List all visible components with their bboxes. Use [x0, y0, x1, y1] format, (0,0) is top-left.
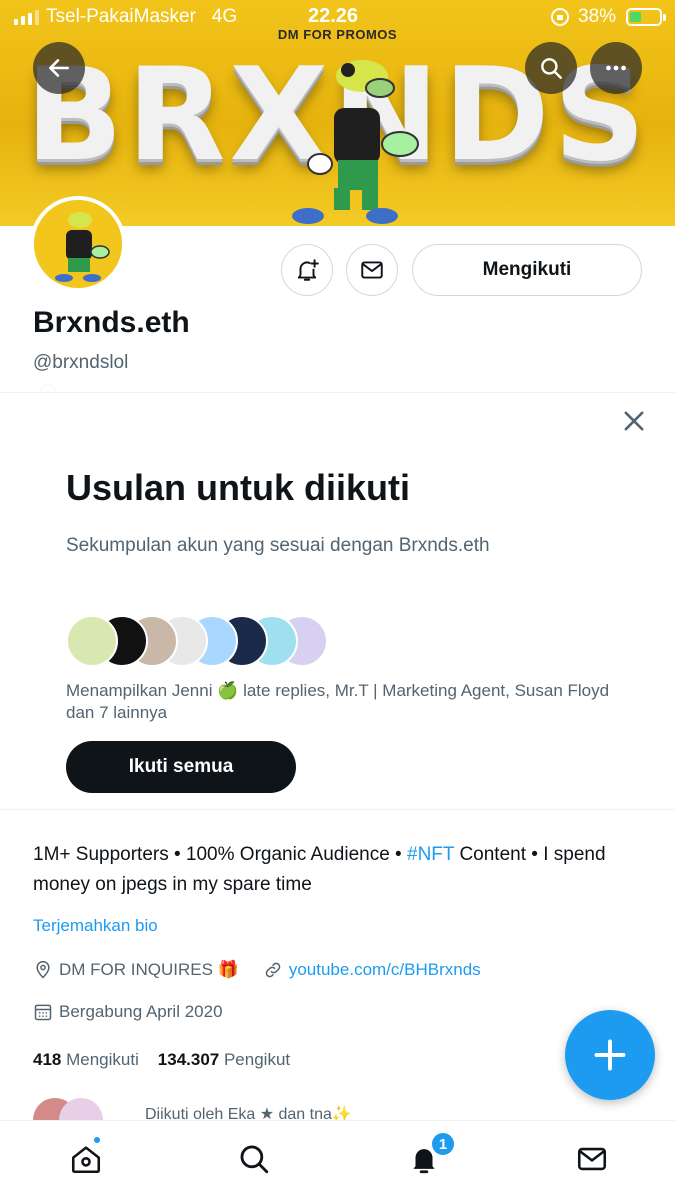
- compose-tweet-button[interactable]: [565, 1010, 655, 1100]
- banner-mascot-illustration: [292, 60, 419, 224]
- bio-text: 1M+ Supporters • 100% Organic Audience •: [33, 844, 407, 865]
- user-handle: @brxndslol: [33, 352, 129, 373]
- envelope-icon: [361, 261, 383, 279]
- more-options-button[interactable]: [590, 42, 642, 94]
- home-new-dot: [92, 1135, 102, 1145]
- followed-by-row[interactable]: Diikuti oleh Eka ★ dan tna✨: [33, 1098, 393, 1122]
- link-icon: [265, 962, 281, 978]
- display-name: Brxnds.eth: [33, 306, 190, 339]
- profile-bio: 1M+ Supporters • 100% Organic Audience •…: [33, 840, 648, 900]
- bell-plus-icon: [297, 259, 319, 281]
- notifications-badge: 1: [430, 1131, 456, 1157]
- battery-icon: [626, 8, 666, 26]
- carrier-name: Tsel-PakaiMasker 4G: [46, 6, 238, 27]
- profile-avatar[interactable]: [30, 196, 126, 292]
- followers-stat[interactable]: 134.307 Pengikut: [158, 1050, 290, 1069]
- home-icon: [71, 1146, 101, 1174]
- suggested-names[interactable]: Menampilkan Jenni 🍏 late replies, Mr.T |…: [66, 680, 626, 724]
- plus-icon: [594, 1039, 626, 1071]
- location-text: DM FOR INQUIRES 🎁: [59, 960, 239, 979]
- bottom-tab-bar: 1: [0, 1120, 675, 1200]
- follow-suggestions-card: Usulan untuk diikuti Sekumpulan akun yan…: [0, 392, 675, 810]
- calendar-icon: [34, 1004, 52, 1021]
- location-pin-icon: [36, 960, 50, 979]
- follow-all-button[interactable]: Ikuti semua: [66, 741, 296, 793]
- follow-stats: 418 Mengikuti 134.307 Pengikut: [33, 1050, 290, 1070]
- status-bar: Tsel-PakaiMasker 4G 22.26 38%: [0, 0, 675, 34]
- following-stat[interactable]: 418 Mengikuti: [33, 1050, 139, 1069]
- tab-messages[interactable]: [572, 1139, 612, 1179]
- clock: 22.26: [308, 5, 359, 27]
- joined-row: Bergabung April 2020: [33, 1002, 223, 1022]
- tab-notifications[interactable]: 1: [404, 1131, 456, 1179]
- message-button[interactable]: [346, 244, 398, 296]
- search-icon: [541, 58, 562, 79]
- search-icon: [240, 1145, 269, 1174]
- joined-date: Bergabung April 2020: [59, 1002, 223, 1021]
- suggestions-title: Usulan untuk diikuti: [66, 467, 411, 508]
- battery-percentage: 38%: [578, 6, 617, 27]
- website-link[interactable]: youtube.com/c/BHBrxnds: [289, 960, 481, 980]
- back-button[interactable]: [33, 42, 85, 94]
- signal-strength-icon: [14, 10, 39, 25]
- notify-button[interactable]: [281, 244, 333, 296]
- following-button[interactable]: Mengikuti: [412, 244, 642, 296]
- avatar-mascot-illustration: [34, 200, 122, 288]
- envelope-icon: [577, 1147, 607, 1171]
- more-horizontal-icon: [606, 65, 626, 71]
- translate-bio-link[interactable]: Terjemahkan bio: [33, 916, 158, 936]
- orientation-lock-icon: [551, 8, 569, 26]
- tab-home[interactable]: [66, 1135, 106, 1179]
- suggested-avatars[interactable]: [66, 615, 366, 667]
- followed-by-text: Diikuti oleh Eka ★ dan tna✨: [145, 1106, 352, 1122]
- arrow-left-icon: [49, 59, 69, 77]
- tab-search[interactable]: [234, 1139, 274, 1179]
- bio-hashtag[interactable]: #NFT: [407, 844, 454, 865]
- suggestions-subtitle: Sekumpulan akun yang sesuai dengan Brxnd…: [66, 535, 490, 556]
- profile-meta-row: DM FOR INQUIRES 🎁 youtube.com/c/BHBrxnds: [33, 960, 481, 980]
- search-button[interactable]: [525, 42, 577, 94]
- battery-level: [630, 12, 641, 22]
- suggested-avatar[interactable]: [66, 615, 118, 667]
- close-icon[interactable]: [620, 407, 648, 435]
